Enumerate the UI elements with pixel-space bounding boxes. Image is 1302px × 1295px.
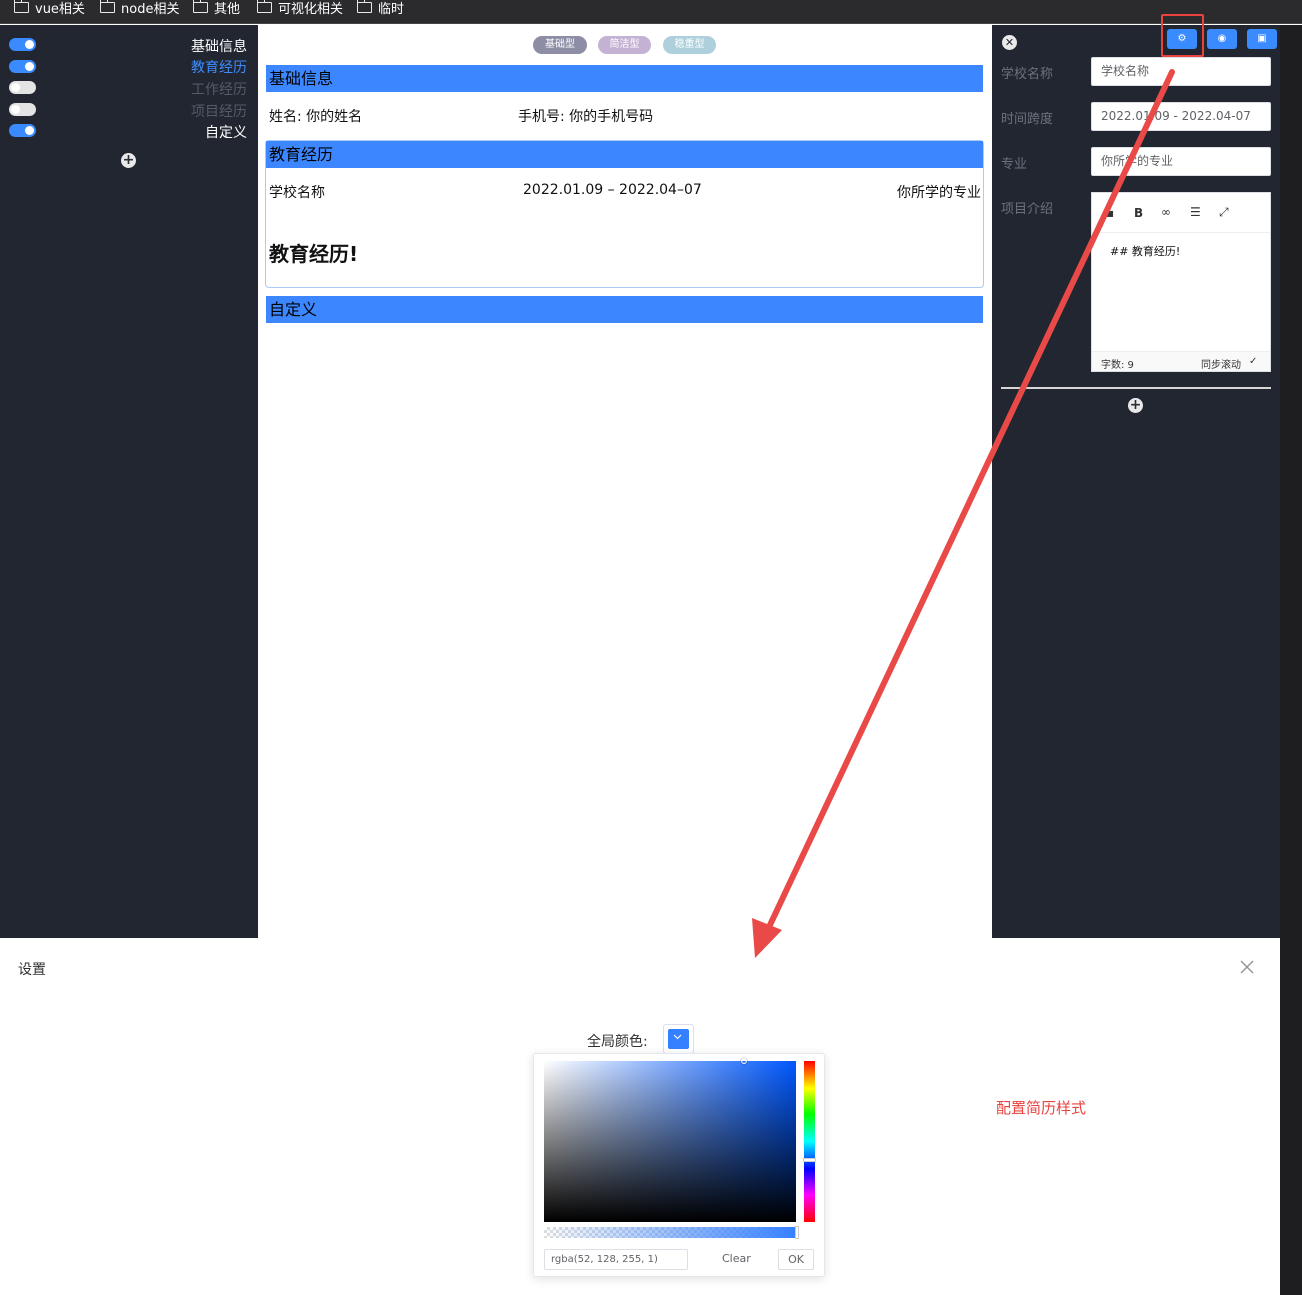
name-field: 姓名: 你的姓名 bbox=[269, 109, 363, 125]
phone-field: 手机号: 你的手机号码 bbox=[518, 109, 654, 125]
school-name: 学校名称 bbox=[269, 185, 325, 201]
section-education[interactable]: 教育经历 bbox=[191, 57, 247, 77]
editor-toolbar: ▪ B ∞ ☰ ⤢ bbox=[1092, 193, 1270, 233]
color-picker-dropdown: rgba(52, 128, 255, 1) Clear OK bbox=[533, 1053, 825, 1277]
hue-slider[interactable] bbox=[803, 1061, 816, 1222]
dialog-title: 设置 bbox=[18, 962, 46, 978]
editor-footer: 字数: 9 同步滚动 ✓ bbox=[1092, 351, 1270, 371]
education-date-range: 2022.01.09 – 2022.04–07 bbox=[523, 182, 702, 198]
folder-icon bbox=[257, 0, 272, 13]
style-steady-button[interactable]: 稳重型 bbox=[663, 36, 716, 54]
link-icon[interactable]: ∞ bbox=[1161, 205, 1171, 219]
saturation-cursor[interactable] bbox=[741, 1058, 747, 1064]
alpha-slider[interactable] bbox=[544, 1226, 799, 1239]
eye-icon: ◉ bbox=[1217, 33, 1227, 44]
section-projects[interactable]: 项目经历 bbox=[191, 101, 247, 121]
basic-info-header: 基础信息 bbox=[266, 65, 983, 92]
sync-scroll-checkbox[interactable]: ✓ bbox=[1249, 356, 1257, 367]
section-work[interactable]: 工作经历 bbox=[191, 79, 247, 99]
custom-header: 自定义 bbox=[266, 296, 983, 323]
section-sidebar: 基础信息 教育经历 工作经历 项目经历 自定义 + bbox=[0, 25, 258, 938]
bookmark-other[interactable]: 其他 bbox=[193, 0, 240, 17]
alpha-thumb[interactable] bbox=[795, 1226, 799, 1239]
toggle-projects[interactable] bbox=[9, 103, 36, 116]
bookmark-temp[interactable]: 临时 bbox=[357, 0, 404, 17]
editor-panel: ✕ ⚙ ◉ ▣ 学校名称 学校名称 时间跨度 2022.01.09 - 2022… bbox=[992, 14, 1280, 938]
major-label: 专业 bbox=[1001, 157, 1028, 172]
settings-highlight-box bbox=[1161, 14, 1204, 57]
editor-content[interactable]: ## 教育经历! bbox=[1110, 243, 1180, 259]
intro-label: 项目介绍 bbox=[1001, 202, 1054, 217]
bookmark-node[interactable]: node相关 bbox=[100, 0, 179, 17]
education-heading: 教育经历! bbox=[269, 242, 359, 266]
bookmark-vue[interactable]: vue相关 bbox=[14, 0, 85, 17]
word-count: 字数: 9 bbox=[1101, 360, 1134, 371]
major-input[interactable]: 你所学的专业 bbox=[1091, 147, 1271, 176]
toggle-basic-info[interactable] bbox=[9, 38, 36, 51]
time-range-input[interactable]: 2022.01.09 - 2022.04-07 bbox=[1091, 102, 1271, 131]
section-basic-info[interactable]: 基础信息 bbox=[191, 36, 247, 56]
folder-icon bbox=[100, 0, 115, 13]
window-edge bbox=[1280, 25, 1302, 1295]
divider bbox=[1001, 387, 1271, 389]
sync-scroll-label: 同步滚动 bbox=[1201, 360, 1241, 371]
school-label: 学校名称 bbox=[1001, 67, 1054, 82]
style-basic-button[interactable]: 基础型 bbox=[533, 36, 587, 54]
color-value-input[interactable]: rgba(52, 128, 255, 1) bbox=[544, 1249, 688, 1270]
folder-icon bbox=[193, 0, 208, 13]
folder-icon bbox=[357, 0, 372, 13]
global-color-label: 全局颜色: bbox=[587, 1034, 648, 1050]
print-button[interactable]: ▣ bbox=[1247, 29, 1277, 49]
annotation-text: 配置简历样式 bbox=[996, 1099, 1087, 1117]
section-custom[interactable]: 自定义 bbox=[205, 122, 247, 142]
bookmark-visualization[interactable]: 可视化相关 bbox=[257, 0, 343, 17]
list-icon[interactable]: ☰ bbox=[1190, 205, 1201, 219]
markdown-editor[interactable]: ▪ B ∞ ☰ ⤢ ## 教育经历! 字数: 9 同步滚动 ✓ bbox=[1091, 192, 1271, 372]
education-header: 教育经历 bbox=[266, 141, 983, 168]
add-section-button[interactable]: + bbox=[121, 153, 136, 168]
major-text: 你所学的专业 bbox=[897, 185, 981, 201]
school-input[interactable]: 学校名称 bbox=[1091, 57, 1271, 86]
bookmarks-bar: vue相关 node相关 其他 可视化相关 临时 bbox=[0, 0, 1302, 24]
color-picker-trigger[interactable] bbox=[663, 1024, 694, 1054]
close-icon[interactable]: ✕ bbox=[1002, 35, 1017, 50]
hue-thumb[interactable] bbox=[803, 1158, 816, 1162]
add-item-button[interactable]: + bbox=[1128, 398, 1143, 413]
image-icon[interactable]: ▪ bbox=[1106, 206, 1114, 220]
folder-icon bbox=[14, 0, 29, 13]
settings-dialog: 设置 全局颜色: rgba(52, 128, 255, 1) Clear OK … bbox=[0, 938, 1280, 1295]
style-simple-button[interactable]: 简洁型 bbox=[598, 36, 651, 54]
chevron-down-icon bbox=[673, 1034, 682, 1040]
ok-button[interactable]: OK bbox=[778, 1249, 814, 1270]
preview-button[interactable]: ◉ bbox=[1207, 29, 1237, 49]
toggle-work[interactable] bbox=[9, 81, 36, 94]
clear-button[interactable]: Clear bbox=[722, 1252, 751, 1265]
fullscreen-icon[interactable]: ⤢ bbox=[1219, 205, 1229, 220]
toggle-education[interactable] bbox=[9, 60, 36, 73]
dialog-close-icon[interactable] bbox=[1240, 960, 1254, 974]
printer-icon: ▣ bbox=[1257, 33, 1267, 44]
bold-icon[interactable]: B bbox=[1134, 206, 1143, 220]
resume-preview: 基础型 简洁型 稳重型 基础信息 姓名: 你的姓名 手机号: 你的手机号码 教育… bbox=[258, 25, 992, 938]
saturation-panel[interactable] bbox=[544, 1058, 796, 1222]
toggle-custom[interactable] bbox=[9, 124, 36, 137]
time-range-label: 时间跨度 bbox=[1001, 112, 1054, 127]
